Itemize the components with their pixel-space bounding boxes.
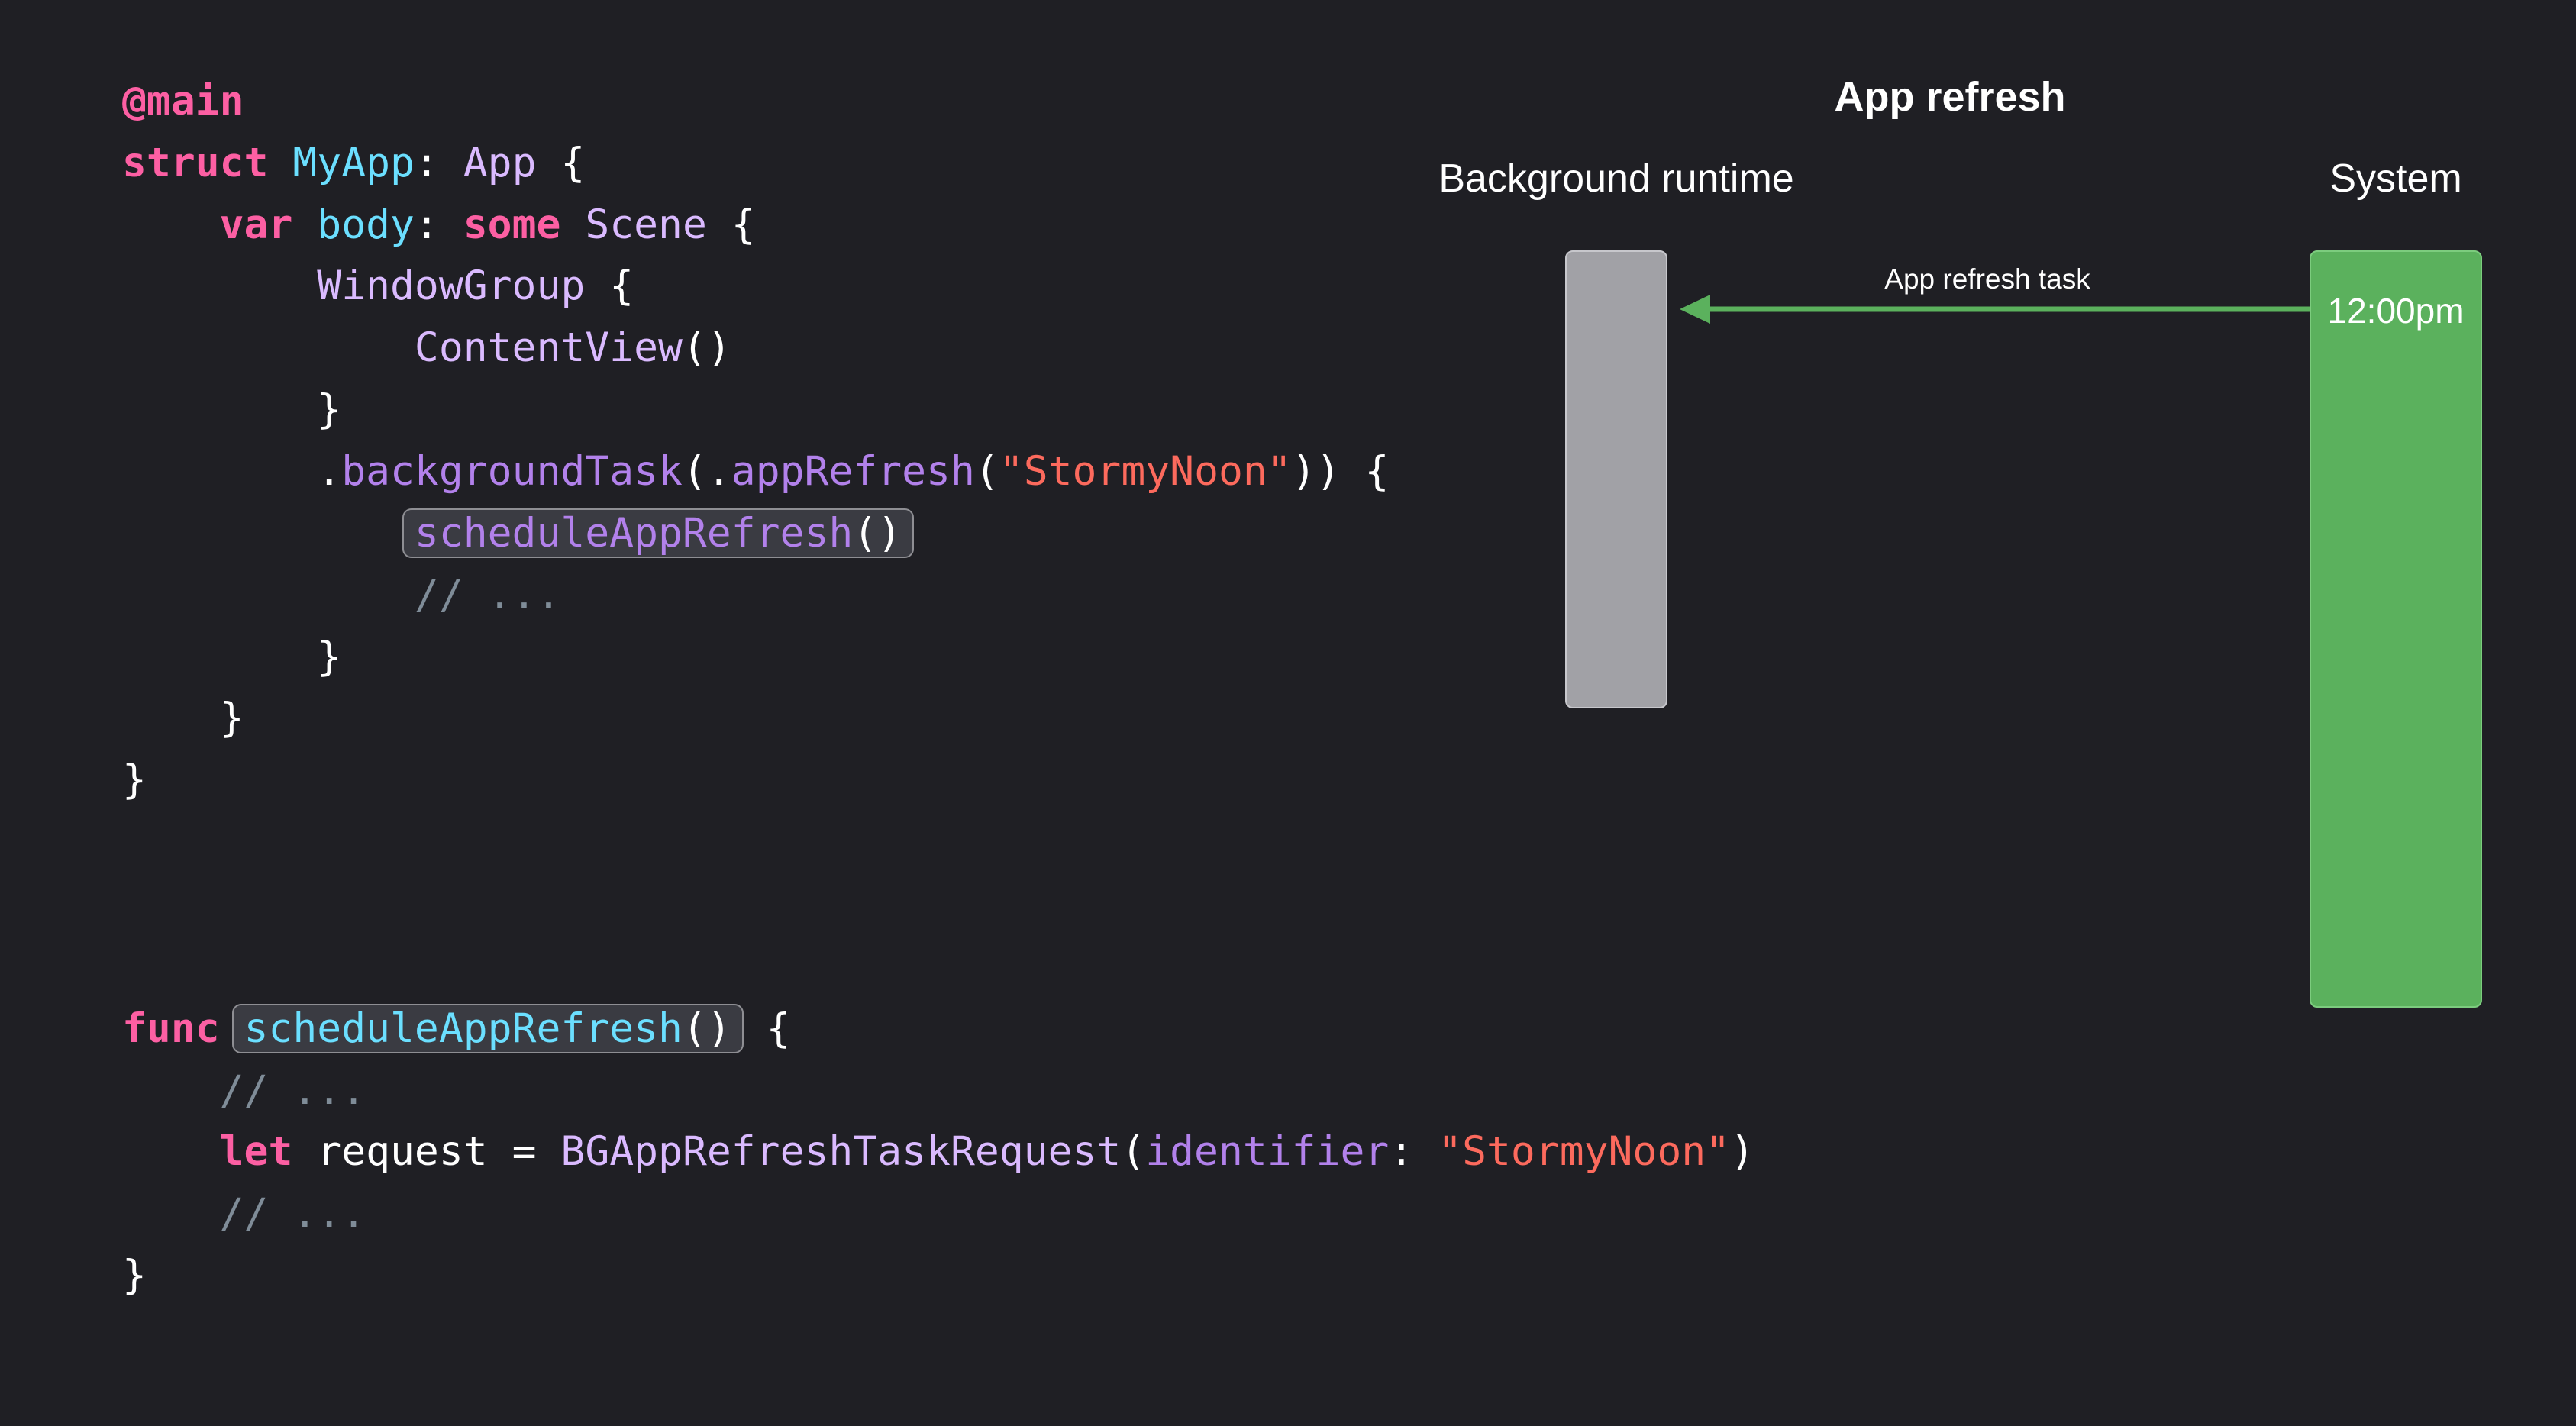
app-refresh-arrow bbox=[1680, 295, 2310, 324]
arrow-head bbox=[1680, 295, 1710, 324]
app-refresh-task-label: App refresh task bbox=[1884, 263, 2090, 295]
